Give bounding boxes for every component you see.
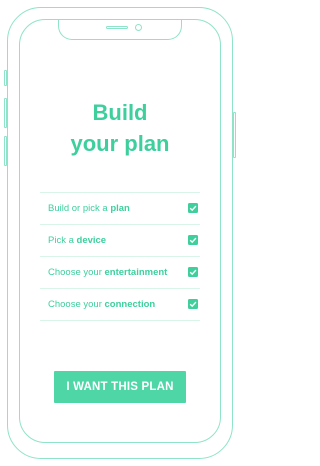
list-item: Choose your entertainment xyxy=(40,257,200,289)
checkbox-checked-icon[interactable] xyxy=(188,235,198,245)
phone-side-button xyxy=(4,136,7,166)
page-title: Build your plan xyxy=(20,97,220,159)
phone-side-button xyxy=(233,112,236,158)
want-plan-button[interactable]: I WANT THIS PLAN xyxy=(54,371,186,403)
phone-side-button xyxy=(4,70,7,86)
step-label: Build or pick a plan xyxy=(48,203,130,214)
checkbox-checked-icon[interactable] xyxy=(188,203,198,213)
step-label: Choose your connection xyxy=(48,299,156,310)
list-item: Build or pick a plan xyxy=(40,193,200,225)
phone-notch xyxy=(58,20,182,40)
title-line-2: your plan xyxy=(70,131,170,156)
camera-icon xyxy=(135,24,142,31)
checkbox-checked-icon[interactable] xyxy=(188,267,198,277)
list-item: Pick a device xyxy=(40,225,200,257)
phone-side-button xyxy=(4,98,7,128)
checkbox-checked-icon[interactable] xyxy=(188,299,198,309)
phone-screen: Build your plan Build or pick a plan Pic… xyxy=(19,19,221,443)
list-item: Choose your connection xyxy=(40,289,200,321)
speaker-icon xyxy=(106,26,128,29)
step-label: Pick a device xyxy=(48,235,107,246)
step-label: Choose your entertainment xyxy=(48,267,168,278)
steps-list: Build or pick a plan Pick a device Choos… xyxy=(40,192,200,321)
title-line-1: Build xyxy=(92,100,148,125)
